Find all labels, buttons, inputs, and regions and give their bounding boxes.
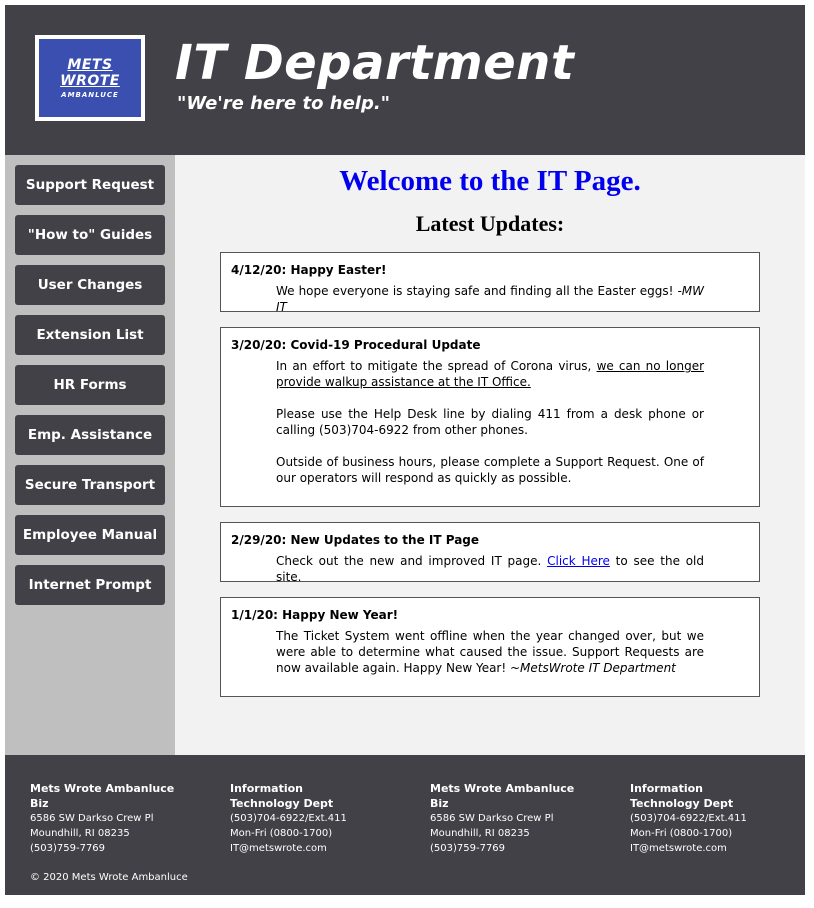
update-title: 2/29/20: New Updates to the IT Page <box>231 533 480 547</box>
footer-line: (503)759-7769 <box>30 843 106 854</box>
footer-line: (503)759-7769 <box>430 843 506 854</box>
update-text: We hope everyone is staying safe and fin… <box>276 284 678 298</box>
footer-heading: Mets Wrote Ambanluce Biz <box>430 782 575 810</box>
footer-line: Moundhill, RI 08235 <box>30 828 130 839</box>
site-footer: Mets Wrote Ambanluce Biz 6586 SW Darkso … <box>5 755 805 895</box>
nav-user-changes-button[interactable]: User Changes <box>15 265 165 305</box>
logo-text-line1: METS <box>67 57 113 73</box>
old-site-link[interactable]: Click Here <box>547 554 610 568</box>
update-signature: ~MetsWrote IT Department <box>510 661 676 675</box>
main-content: Welcome to the IT Page. Latest Updates: … <box>175 155 805 755</box>
nav-employee-manual-button[interactable]: Employee Manual <box>15 515 165 555</box>
nav-internet-prompt-button[interactable]: Internet Prompt <box>15 565 165 605</box>
logo-text-line3: AMBANLUCE <box>61 91 119 99</box>
welcome-heading: Welcome to the IT Page. <box>339 165 641 197</box>
nav-how-to-guides-button[interactable]: "How to" Guides <box>15 215 165 255</box>
nav-support-request-button[interactable]: Support Request <box>15 165 165 205</box>
footer-column: Mets Wrote Ambanluce Biz 6586 SW Darkso … <box>30 781 190 856</box>
nav-emp-assistance-button[interactable]: Emp. Assistance <box>15 415 165 455</box>
update-paragraph: Outside of business hours, please comple… <box>276 455 704 485</box>
footer-line: (503)704-6922/Ext.411 <box>630 813 747 824</box>
footer-column: Information Technology Dept (503)704-692… <box>630 781 770 856</box>
nav-secure-transport-button[interactable]: Secure Transport <box>15 465 165 505</box>
update-title: 1/1/20: Happy New Year! <box>231 608 399 622</box>
update-body: Check out the new and improved IT page. … <box>231 553 704 585</box>
update-card-covid: 3/20/20: Covid-19 Procedural Update In a… <box>220 327 760 507</box>
footer-email-link[interactable]: IT@metswrote.com <box>630 841 770 856</box>
footer-heading: Information Technology Dept <box>230 782 334 810</box>
company-logo[interactable]: METS WROTE AMBANLUCE <box>35 35 145 121</box>
sidebar-nav: Support Request "How to" Guides User Cha… <box>5 155 175 755</box>
update-text: Check out the new and improved IT page. <box>276 554 548 568</box>
logo-text-line2: WROTE <box>60 73 120 89</box>
footer-column: Mets Wrote Ambanluce Biz 6586 SW Darkso … <box>430 781 590 856</box>
update-body: In an effort to mitigate the spread of C… <box>231 358 704 486</box>
footer-column: Information Technology Dept (503)704-692… <box>230 781 370 856</box>
page: METS WROTE AMBANLUCE IT Department "We'r… <box>5 5 805 895</box>
page-title: IT Department <box>175 35 575 91</box>
nav-hr-forms-button[interactable]: HR Forms <box>15 365 165 405</box>
update-card-new-page: 2/29/20: New Updates to the IT Page Chec… <box>220 522 760 585</box>
update-title: 4/12/20: Happy Easter! <box>231 263 387 277</box>
footer-line: Mon-Fri (0800-1700) <box>630 828 733 839</box>
page-tagline: "We're here to help." <box>177 93 391 114</box>
latest-updates-heading: Latest Updates: <box>415 211 565 236</box>
footer-line: Mon-Fri (0800-1700) <box>230 828 333 839</box>
footer-line: 6586 SW Darkso Crew Pl <box>430 813 554 824</box>
footer-line: 6586 SW Darkso Crew Pl <box>30 813 154 824</box>
footer-line: Moundhill, RI 08235 <box>430 828 530 839</box>
update-body: The Ticket System went offline when the … <box>231 628 704 676</box>
update-title: 3/20/20: Covid-19 Procedural Update <box>231 338 481 352</box>
update-body: We hope everyone is staying safe and fin… <box>231 283 704 315</box>
update-paragraph: Please use the Help Desk line by dialing… <box>276 407 704 437</box>
update-text: In an effort to mitigate the spread of C… <box>276 359 597 373</box>
footer-heading: Information Technology Dept <box>630 782 734 810</box>
footer-email-link[interactable]: IT@metswrote.com <box>230 841 370 856</box>
footer-line: (503)704-6922/Ext.411 <box>230 813 347 824</box>
logo-badge: METS WROTE AMBANLUCE <box>39 39 141 117</box>
copyright-text: © 2020 Mets Wrote Ambanluce <box>30 872 188 883</box>
update-card-easter: 4/12/20: Happy Easter! We hope everyone … <box>220 252 760 315</box>
site-header: METS WROTE AMBANLUCE IT Department "We'r… <box>5 5 805 155</box>
nav-extension-list-button[interactable]: Extension List <box>15 315 165 355</box>
footer-heading: Mets Wrote Ambanluce Biz <box>30 782 175 810</box>
update-card-new-year: 1/1/20: Happy New Year! The Ticket Syste… <box>220 597 760 697</box>
